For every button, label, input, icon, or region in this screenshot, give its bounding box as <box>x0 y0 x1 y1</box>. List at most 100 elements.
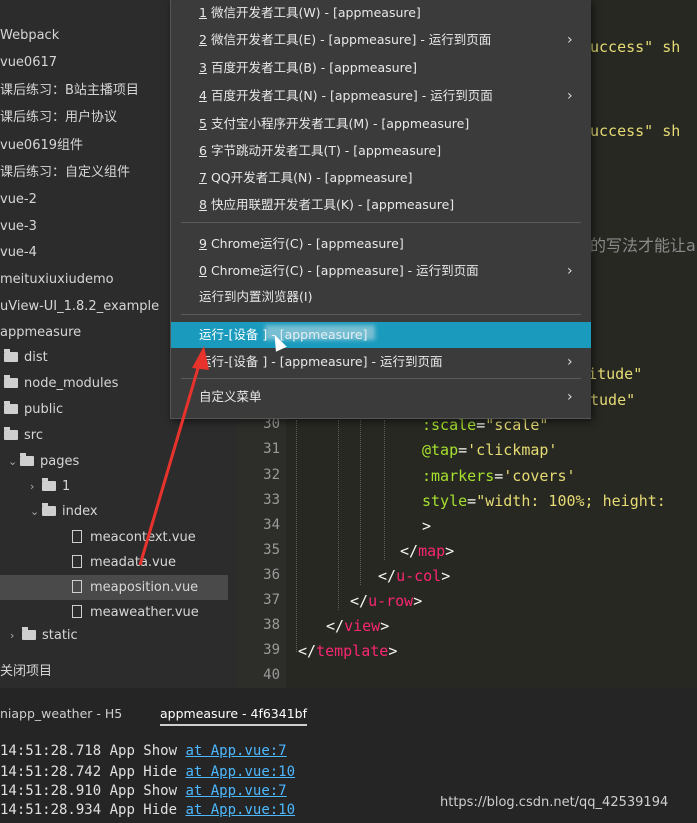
tree-label: meituxiuxiudemo <box>0 272 114 287</box>
tree-label: vue-4 <box>0 245 37 260</box>
menu-item-bytedance-devtools[interactable]: 6 字节跳动开发者工具(T) - [appmeasure] <box>171 138 591 164</box>
menu-item-chrome[interactable]: 9 Chrome运行(C) - [appmeasure] <box>171 231 591 257</box>
menu-item-qq-devtools[interactable]: 7 QQ开发者工具(N) - [appmeasure] <box>171 165 591 191</box>
code-line: :markers='covers' <box>422 467 576 485</box>
tree-label: src <box>24 428 43 443</box>
chevron-right-icon[interactable]: › <box>30 474 42 499</box>
project-item[interactable]: vue-3 <box>0 214 37 239</box>
code-punc: </ <box>298 642 317 660</box>
menu-item-wechat-devtools[interactable]: 1 微信开发者工具(W) - [appmeasure] <box>171 0 591 26</box>
code-fragment: tude" <box>590 391 636 409</box>
log-link[interactable]: at App.vue:10 <box>185 802 295 818</box>
project-item[interactable]: Webpack <box>0 23 59 48</box>
line-number: 38 <box>263 617 280 633</box>
folder-icon <box>42 477 56 491</box>
run-context-menu: 1 微信开发者工具(W) - [appmeasure] 2 微信开发者工具(E)… <box>170 0 591 419</box>
tree-folder-dist[interactable]: dist <box>4 345 48 370</box>
folder-icon <box>20 452 34 466</box>
tree-file-meaposition[interactable]: meaposition.vue <box>0 575 228 600</box>
log-link[interactable]: at App.vue:7 <box>185 783 286 799</box>
code-line: </u-col> <box>378 567 450 585</box>
menu-item-label: 百度开发者工具(B) - [appmeasure] <box>210 60 418 75</box>
menu-item-quickapp-devtools[interactable]: 8 快应用联盟开发者工具(K) - [appmeasure] <box>171 192 591 218</box>
log-event: App Hide <box>109 802 178 818</box>
log-line: 14:51:28.934 App Hide at App.vue:10 <box>0 802 295 818</box>
code-string: 'covers' <box>503 467 576 485</box>
tree-folder-index[interactable]: ⌄ index <box>30 499 98 524</box>
project-item[interactable]: vue0617 <box>0 50 57 75</box>
log-link[interactable]: at App.vue:7 <box>185 743 286 759</box>
code-line: </template> <box>298 642 397 660</box>
tree-label: vue-2 <box>0 192 37 207</box>
tree-file-meaweather[interactable]: meaweather.vue <box>72 600 199 625</box>
tree-folder-pages[interactable]: ⌄ pages <box>8 449 79 474</box>
project-item[interactable]: 课后练习：自定义组件 <box>0 160 130 185</box>
menu-item-alipay-devtools[interactable]: 5 支付宝小程序开发者工具(M) - [appmeasure] <box>171 111 591 137</box>
chevron-right-icon[interactable]: › <box>10 623 22 648</box>
tree-label: meaposition.vue <box>90 580 199 595</box>
log-event: App Hide <box>109 764 178 780</box>
menu-item-label: QQ开发者工具(N) - [appmeasure] <box>210 170 413 185</box>
chevron-right-icon: › <box>567 389 573 405</box>
code-tag: map <box>418 542 446 560</box>
menu-item-label: 运行-[设备 ] - [appmeasure] - 运行到页面 <box>199 354 443 369</box>
tree-label: public <box>24 402 64 417</box>
tree-folder-src[interactable]: src <box>4 423 43 448</box>
log-line: 14:51:28.718 App Show at App.vue:7 <box>0 743 287 759</box>
project-item[interactable]: vue-2 <box>0 187 37 212</box>
code-tag: view <box>344 617 381 635</box>
menu-item-builtin-browser[interactable]: 运行到内置浏览器(I) <box>171 284 591 310</box>
menu-item-number: 9 <box>199 236 207 251</box>
menu-item-number: 7 <box>199 170 207 185</box>
menu-item-baidu-devtools-page[interactable]: 4 百度开发者工具(N) - [appmeasure] - 运行到页面 › <box>171 83 591 109</box>
line-number: 33 <box>263 492 280 508</box>
tree-folder-node-modules[interactable]: node_modules <box>4 371 118 396</box>
chevron-right-icon: › <box>567 263 573 279</box>
project-item[interactable]: uView-UI_1.8.2_example <box>0 294 159 319</box>
tree-label: 课后练习：用户协议 <box>0 110 118 125</box>
tab-label: niapp_weather - H5 <box>0 706 123 721</box>
tree-folder-static[interactable]: › static <box>10 623 78 648</box>
log-link[interactable]: at App.vue:10 <box>185 764 295 780</box>
menu-item-baidu-devtools[interactable]: 3 百度开发者工具(B) - [appmeasure] <box>171 55 591 81</box>
project-item[interactable]: 课后练习：B站主播项目 <box>0 78 139 103</box>
tree-folder-1[interactable]: › 1 <box>30 474 70 499</box>
indent-guide <box>296 420 297 652</box>
console-tab-appmeasure[interactable]: appmeasure - 4f6341bf <box>160 706 308 726</box>
folder-icon <box>42 502 56 516</box>
menu-item-label: 自定义菜单 <box>199 389 262 404</box>
tree-label: static <box>42 628 78 643</box>
console-tab-weather[interactable]: niapp_weather - H5 <box>0 706 122 721</box>
watermark: https://blog.csdn.net/qq_42539194 <box>440 795 669 810</box>
project-item[interactable]: 课后练习：用户协议 <box>0 105 117 130</box>
project-item[interactable]: meituxiuxiudemo <box>0 267 114 292</box>
code-tag: u-row <box>368 592 414 610</box>
chevron-down-icon[interactable]: ⌄ <box>8 449 20 474</box>
tree-file-meacontext[interactable]: meacontext.vue <box>72 525 196 550</box>
tree-label: uView-UI_1.8.2_example <box>0 299 160 314</box>
project-item[interactable]: vue0619组件 <box>0 133 83 158</box>
chevron-down-icon[interactable]: ⌄ <box>30 499 42 524</box>
tree-label: dist <box>24 350 48 365</box>
menu-item-label: 运行到内置浏览器(I) <box>199 289 313 304</box>
tree-file-meadata[interactable]: meadata.vue <box>72 550 176 575</box>
menu-item-chrome-page[interactable]: 0 Chrome运行(C) - [appmeasure] - 运行到页面 › <box>171 258 591 284</box>
menu-item-wechat-devtools-page[interactable]: 2 微信开发者工具(E) - [appmeasure] - 运行到页面 › <box>171 27 591 53</box>
code-line: </view> <box>326 617 389 635</box>
code-punc: = <box>458 441 468 459</box>
menu-item-run-device-page[interactable]: 运行-[设备 ] - [appmeasure] - 运行到页面 › <box>171 349 591 375</box>
menu-item-custom-menu[interactable]: 自定义菜单 › <box>171 384 591 410</box>
project-item[interactable]: appmeasure <box>0 320 81 345</box>
code-line: style="width: 100%; height: <box>422 492 666 510</box>
code-line: </map> <box>400 542 454 560</box>
menu-item-number: 4 <box>199 88 207 103</box>
close-project-button[interactable]: 关闭项目 <box>0 660 52 679</box>
project-item[interactable]: vue-4 <box>0 240 37 265</box>
tree-folder-public[interactable]: public <box>4 397 63 422</box>
code-attr: :markers <box>422 467 495 485</box>
chevron-right-icon: › <box>567 354 573 370</box>
menu-item-run-device[interactable]: 运行-[设备 ] - [appmeasure] <box>171 322 591 348</box>
tree-label: meacontext.vue <box>90 530 196 545</box>
chevron-right-icon: › <box>567 32 573 48</box>
code-punc: > <box>413 592 423 610</box>
